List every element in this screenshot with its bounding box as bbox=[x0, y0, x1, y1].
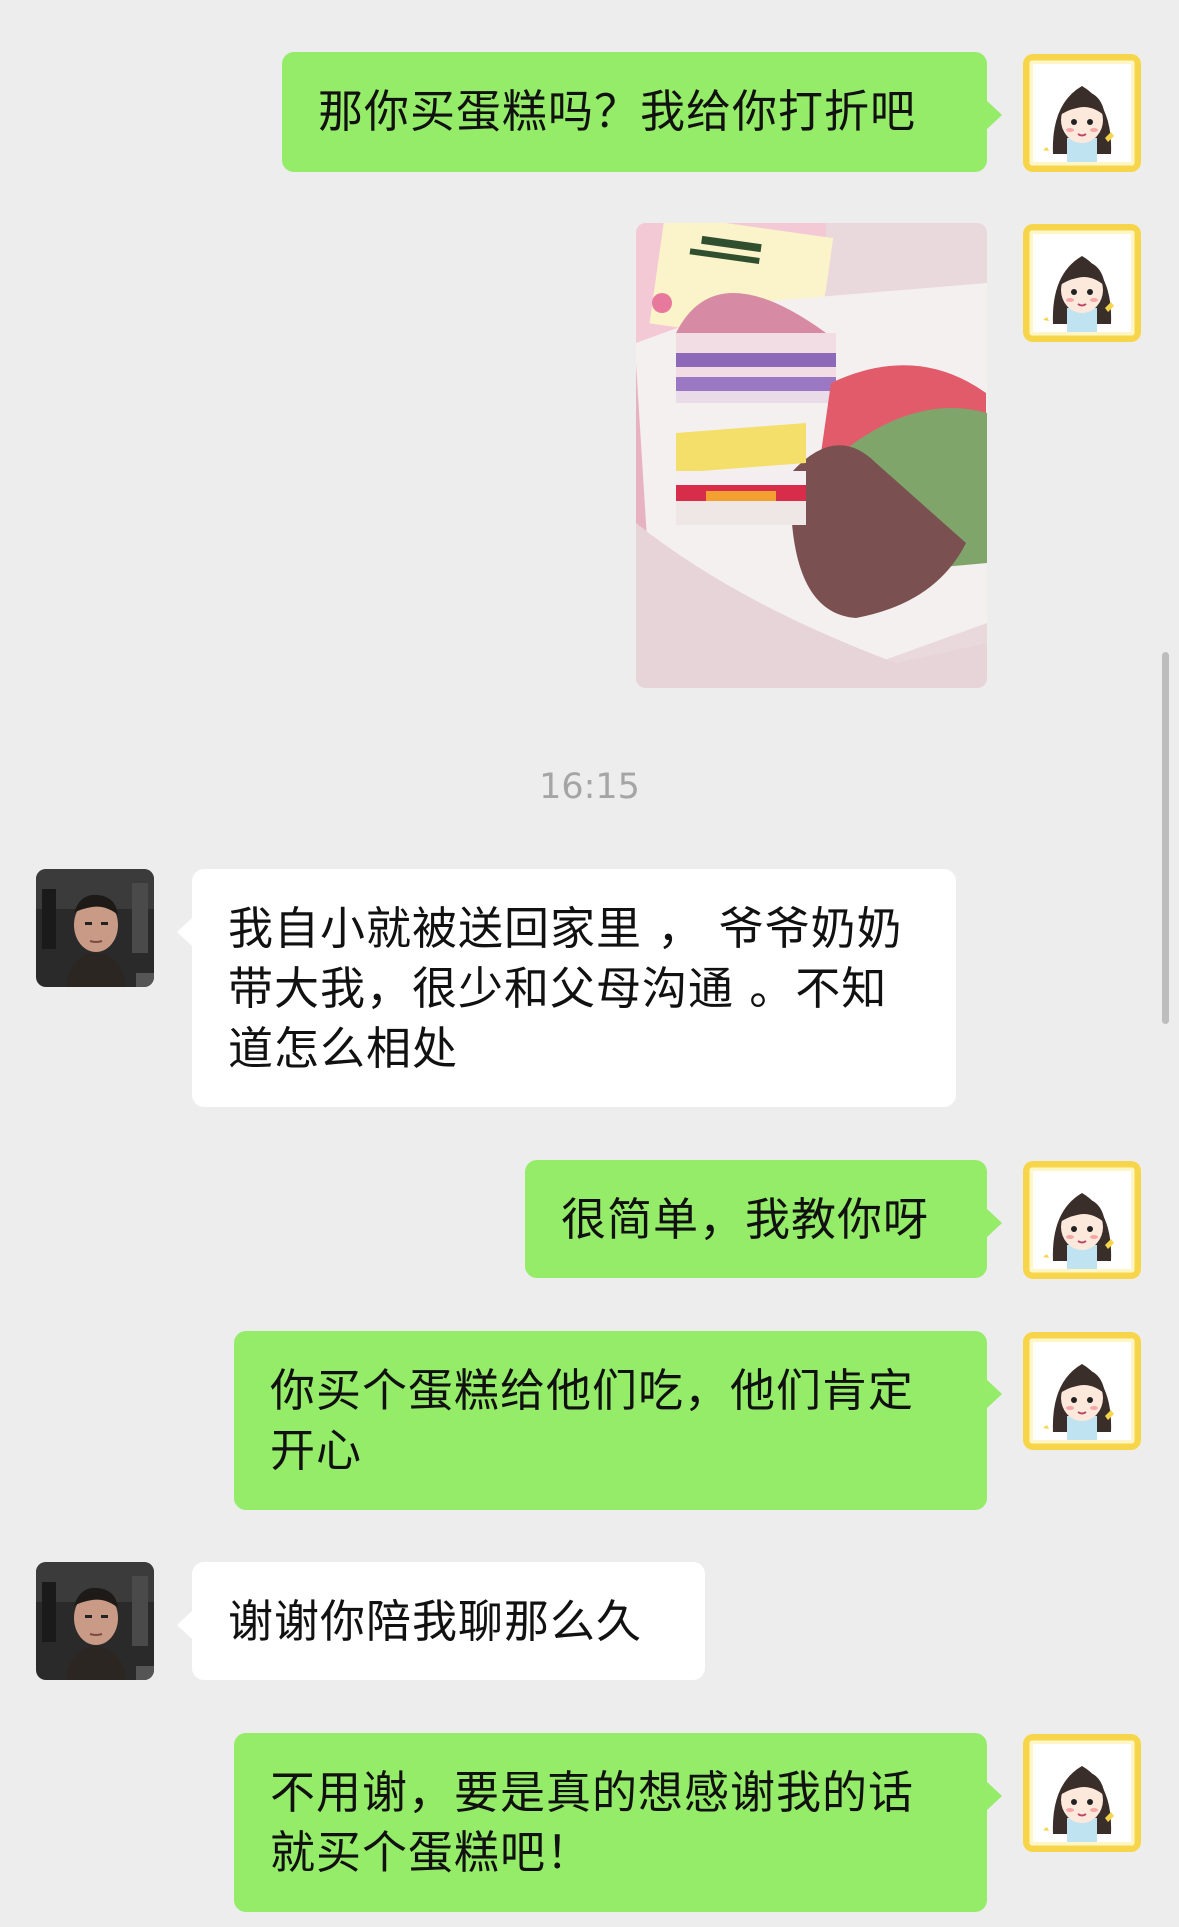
cartoon-girl-avatar-icon bbox=[1023, 1332, 1141, 1450]
my-message-bubble[interactable]: 那你买蛋糕吗？我给你打折吧 bbox=[282, 52, 1002, 172]
scrollbar[interactable] bbox=[1162, 652, 1169, 1024]
contact-avatar[interactable] bbox=[36, 869, 154, 987]
contact-message-bubble[interactable]: 我自小就被送回家里 ， 爷爷奶奶带大我，很少和父母沟通 。不知道怎么相处 bbox=[177, 869, 956, 1107]
message-text: 你买个蛋糕给他们吃，他们肯定开心 bbox=[270, 1364, 915, 1477]
message-text: 谢谢你陪我聊那么久 bbox=[228, 1595, 643, 1648]
contact-message-bubble[interactable]: 谢谢你陪我聊那么久 bbox=[177, 1562, 705, 1680]
message-text: 那你买蛋糕吗？我给你打折吧 bbox=[318, 85, 917, 138]
my-avatar[interactable] bbox=[1023, 224, 1141, 342]
message-text: 不用谢，要是真的想感谢我的话就买个蛋糕吧！ bbox=[270, 1766, 915, 1879]
my-avatar[interactable] bbox=[1023, 1161, 1141, 1279]
cartoon-girl-avatar-icon bbox=[1023, 54, 1141, 172]
my-avatar[interactable] bbox=[1023, 1332, 1141, 1450]
my-avatar[interactable] bbox=[1023, 54, 1141, 172]
chat-area[interactable]: 那你买蛋糕吗？我给你打折吧 16:15 我自小就被送回家里 ， 爷爷奶奶带大我，… bbox=[0, 0, 1179, 1927]
crepe-cake-photo[interactable] bbox=[636, 223, 987, 688]
message-text: 我自小就被送回家里 ， 爷爷奶奶带大我，很少和父母沟通 。不知道怎么相处 bbox=[228, 902, 903, 1075]
cartoon-girl-avatar-icon bbox=[1023, 1734, 1141, 1852]
man-selfie-avatar-icon bbox=[36, 1562, 154, 1680]
my-message-bubble[interactable]: 不用谢，要是真的想感谢我的话就买个蛋糕吧！ bbox=[234, 1733, 1002, 1912]
man-selfie-avatar-icon bbox=[36, 869, 154, 987]
my-message-bubble[interactable]: 你买个蛋糕给他们吃，他们肯定开心 bbox=[234, 1331, 1002, 1510]
message-timestamp: 16:15 bbox=[539, 767, 640, 807]
cartoon-girl-avatar-icon bbox=[1023, 1161, 1141, 1279]
crepe-cake-photo-icon bbox=[636, 223, 987, 688]
message-text: 很简单，我教你呀 bbox=[561, 1193, 930, 1246]
contact-avatar[interactable] bbox=[36, 1562, 154, 1680]
my-message-bubble[interactable]: 很简单，我教你呀 bbox=[525, 1160, 1002, 1278]
my-avatar[interactable] bbox=[1023, 1734, 1141, 1852]
cartoon-girl-avatar-icon bbox=[1023, 224, 1141, 342]
